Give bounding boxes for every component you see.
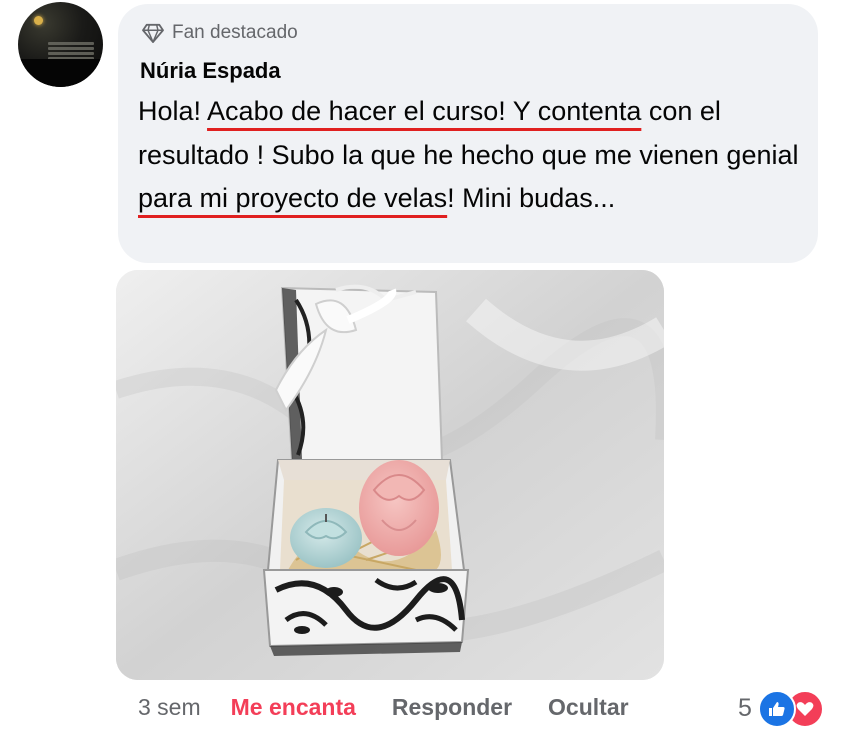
- author-name[interactable]: Núria Espada: [140, 58, 281, 84]
- top-fan-badge[interactable]: Fan destacado: [142, 22, 298, 44]
- avatar-moon-graphic: [34, 16, 43, 25]
- comment-timestamp[interactable]: 3 sem: [138, 694, 201, 721]
- badge-label: Fan destacado: [172, 22, 298, 43]
- avatar-shadow: [18, 59, 103, 87]
- comment-highlight-1: Acabo de hacer el curso! Y contenta: [207, 96, 642, 126]
- reaction-summary[interactable]: 5: [738, 690, 824, 728]
- reaction-icons: [757, 690, 824, 728]
- diamond-icon: [142, 23, 164, 43]
- author-avatar[interactable]: [18, 2, 103, 87]
- reply-button[interactable]: Responder: [392, 694, 512, 721]
- comment-bubble: Fan destacado Núria Espada Hola! Acabo d…: [118, 4, 818, 263]
- comment-photo[interactable]: [116, 270, 664, 680]
- love-reaction-button[interactable]: Me encanta: [231, 694, 356, 721]
- candle-box-image: [116, 270, 664, 680]
- hide-button[interactable]: Ocultar: [548, 694, 629, 721]
- comment-text: Hola! Acabo de hacer el curso! Y content…: [138, 90, 808, 221]
- reaction-count: 5: [738, 693, 752, 722]
- comment-text-part: Hola!: [138, 96, 208, 126]
- like-icon: [757, 690, 796, 728]
- comment-highlight-2: para mi proyecto de velas: [138, 183, 448, 213]
- comment-actions: 3 sem Me encanta Responder Ocultar: [138, 694, 629, 721]
- comment-text-part: ! Mini budas...: [447, 183, 616, 213]
